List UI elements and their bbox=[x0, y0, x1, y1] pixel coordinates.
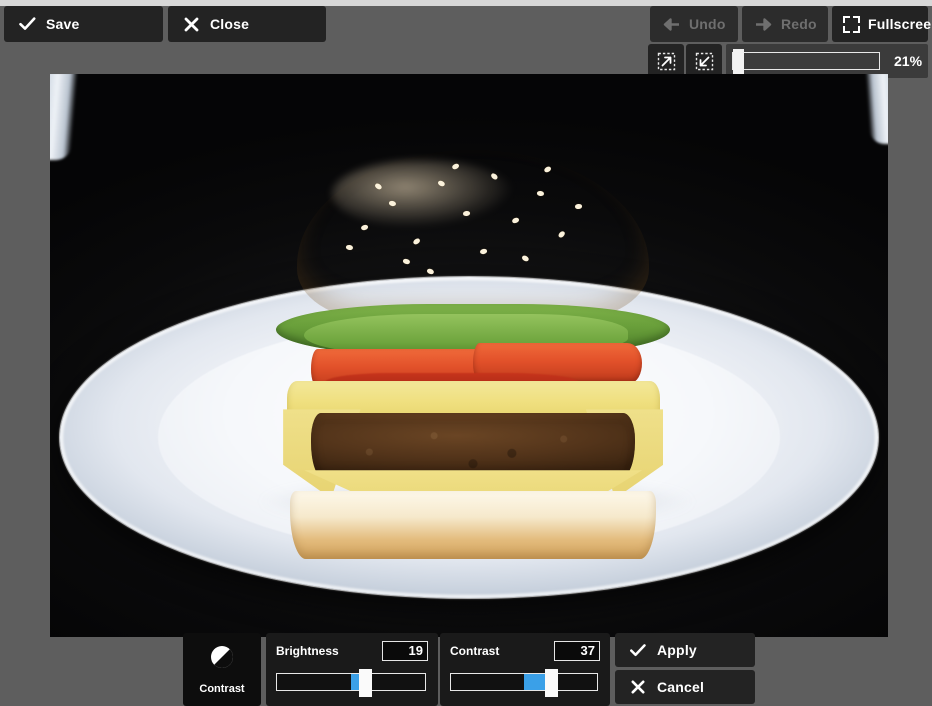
apply-button-label: Apply bbox=[657, 642, 697, 658]
x-icon bbox=[629, 680, 647, 694]
zoom-slider[interactable] bbox=[732, 49, 880, 75]
brightness-slider[interactable] bbox=[276, 669, 426, 697]
x-icon bbox=[181, 17, 201, 32]
patty-texture bbox=[311, 413, 636, 479]
brightness-slider-thumb[interactable] bbox=[358, 669, 372, 697]
zoom-in-button[interactable] bbox=[648, 44, 684, 78]
contrast-header: Contrast 37 bbox=[450, 641, 600, 661]
check-icon bbox=[629, 643, 647, 657]
redo-button[interactable]: Redo bbox=[742, 6, 828, 42]
bun-top bbox=[297, 150, 649, 320]
contrast-slider-thumb[interactable] bbox=[544, 669, 558, 697]
zoom-slider-container: 21% bbox=[726, 44, 928, 78]
close-button[interactable]: Close bbox=[168, 6, 326, 42]
beef-patty bbox=[311, 413, 636, 479]
contrast-slider[interactable] bbox=[450, 669, 598, 697]
tool-contrast-label: Contrast bbox=[199, 683, 245, 695]
save-button-label: Save bbox=[46, 16, 80, 32]
close-button-label: Close bbox=[210, 16, 250, 32]
fullscreen-icon bbox=[842, 15, 861, 33]
fullscreen-button-label: Fullscreen bbox=[868, 16, 932, 32]
save-button[interactable]: Save bbox=[4, 6, 163, 42]
fullscreen-button[interactable]: Fullscreen bbox=[832, 6, 932, 42]
arrow-right-icon bbox=[754, 17, 773, 31]
brightness-panel: Brightness 19 bbox=[266, 633, 438, 706]
brightness-header: Brightness 19 bbox=[276, 641, 428, 661]
brightness-label: Brightness bbox=[276, 644, 339, 658]
bun-highlight bbox=[332, 160, 516, 229]
image-canvas[interactable] bbox=[50, 74, 888, 637]
contrast-label: Contrast bbox=[450, 644, 500, 658]
image-editor-window: Save Close Undo Redo Fullscreen bbox=[0, 0, 932, 706]
check-icon bbox=[17, 17, 37, 31]
apply-button[interactable]: Apply bbox=[615, 633, 755, 667]
undo-button[interactable]: Undo bbox=[650, 6, 738, 42]
tool-contrast[interactable]: Contrast bbox=[183, 633, 261, 706]
zoom-slider-thumb[interactable] bbox=[733, 49, 745, 75]
bun-bottom bbox=[290, 490, 657, 560]
cancel-button[interactable]: Cancel bbox=[615, 670, 755, 704]
arrow-left-icon bbox=[662, 17, 681, 31]
burger-photo bbox=[50, 74, 888, 637]
brightness-value[interactable]: 19 bbox=[382, 641, 428, 661]
zoom-out-button[interactable] bbox=[686, 44, 722, 78]
contrast-panel: Contrast 37 bbox=[440, 633, 610, 706]
zoom-out-icon bbox=[695, 52, 714, 71]
zoom-in-icon bbox=[657, 52, 676, 71]
undo-button-label: Undo bbox=[689, 16, 726, 32]
contrast-value[interactable]: 37 bbox=[554, 641, 600, 661]
contrast-icon bbox=[209, 644, 235, 675]
burger bbox=[276, 150, 671, 560]
cancel-button-label: Cancel bbox=[657, 679, 705, 695]
zoom-level-label: 21% bbox=[894, 53, 923, 69]
redo-button-label: Redo bbox=[781, 16, 817, 32]
